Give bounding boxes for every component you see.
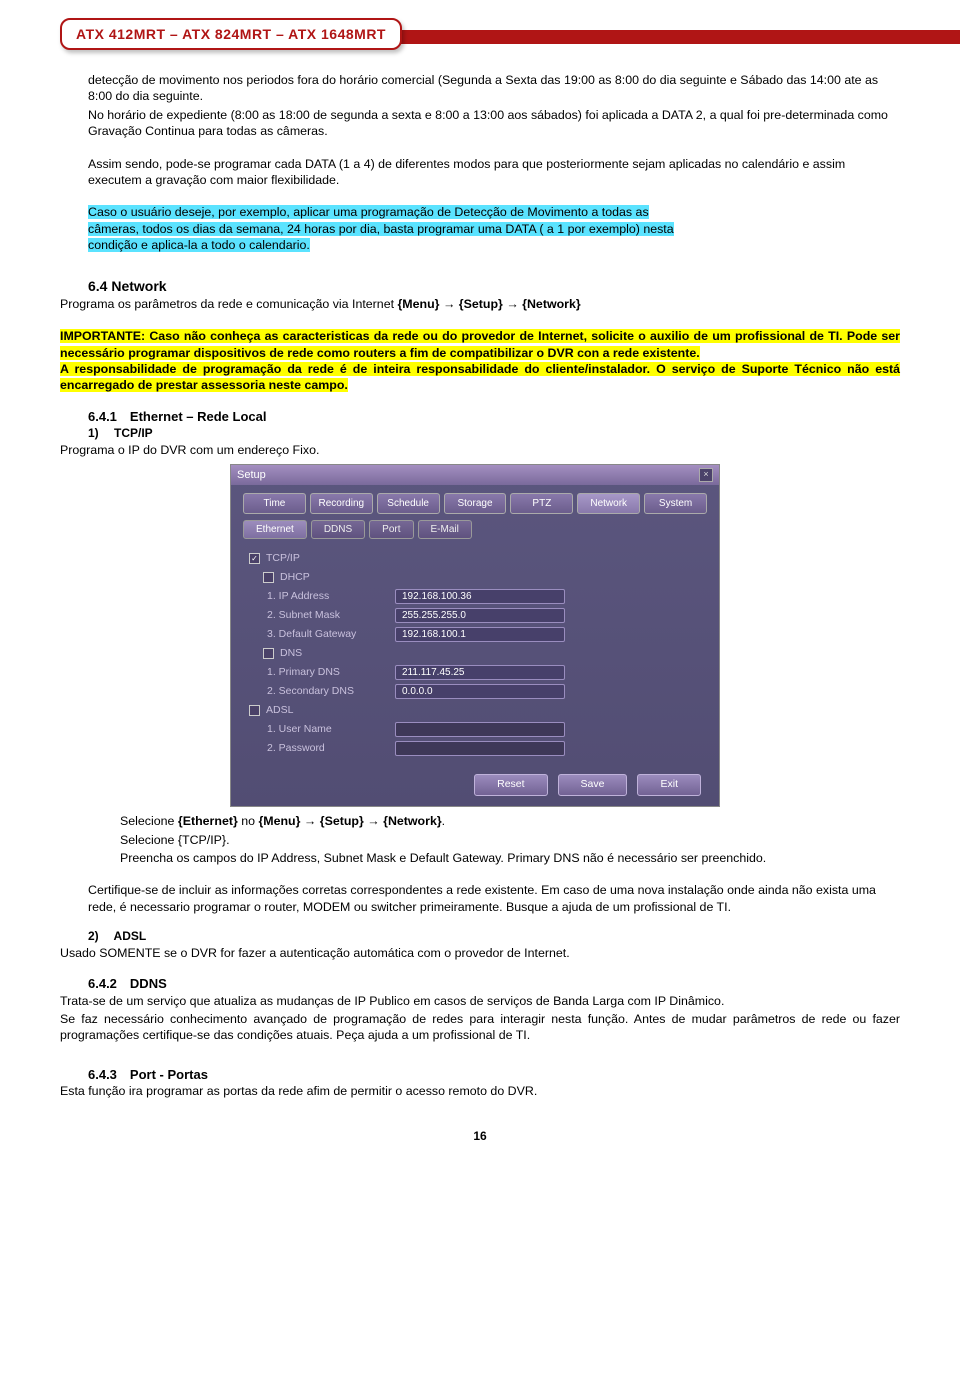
tab-storage[interactable]: Storage (444, 493, 507, 514)
section-6-4-1-title: 6.4.1 Ethernet – Rede Local (88, 408, 900, 425)
item-2-adsl: 2) ADSL (88, 929, 900, 945)
section-6-4-3-title: 6.4.3 Port - Portas (88, 1066, 900, 1083)
setup-titlebar: Setup × (231, 465, 719, 485)
header-stripe (330, 30, 960, 44)
secondary-dns-field[interactable]: 0.0.0.0 (395, 684, 565, 699)
setup-dialog: Setup × Time Recording Schedule Storage … (230, 464, 720, 807)
form-area: TCP/IP DHCP 1. IP Address192.168.100.36 … (231, 545, 719, 768)
section-6-4-desc: Programa os parâmetros da rede e comunic… (60, 296, 900, 312)
subnet-mask-field[interactable]: 255.255.255.0 (395, 608, 565, 623)
after-img-2: Selecione {TCP/IP}. (120, 832, 900, 848)
setup-title: Setup (237, 468, 266, 483)
subtab-email[interactable]: E-Mail (418, 520, 472, 539)
close-icon[interactable]: × (699, 468, 713, 482)
gateway-field[interactable]: 192.168.100.1 (395, 627, 565, 642)
section-6-4-2-title: 6.4.2 DDNS (88, 975, 900, 992)
item-1-desc: Programa o IP do DVR com um endereço Fix… (60, 442, 900, 458)
main-tabs: Time Recording Schedule Storage PTZ Netw… (231, 485, 719, 518)
tab-recording[interactable]: Recording (310, 493, 373, 514)
subtab-ddns[interactable]: DDNS (311, 520, 365, 539)
checkbox-dhcp[interactable] (263, 572, 274, 583)
primary-dns-field[interactable]: 211.117.45.25 (395, 665, 565, 680)
tab-system[interactable]: System (644, 493, 707, 514)
tab-time[interactable]: Time (243, 493, 306, 514)
checkbox-dns[interactable] (263, 648, 274, 659)
section-6-4-3-p1: Esta função ira programar as portas da r… (60, 1083, 900, 1099)
tab-schedule[interactable]: Schedule (377, 493, 440, 514)
after-img-4: Certifique-se de incluir as informações … (88, 882, 900, 915)
tab-network[interactable]: Network (577, 493, 640, 514)
save-button[interactable]: Save (558, 774, 628, 796)
section-6-4-warn: IMPORTANTE: Caso não conheça as caracter… (60, 328, 900, 394)
intro-p3: Assim sendo, pode-se programar cada DATA… (88, 156, 900, 189)
subtab-port[interactable]: Port (369, 520, 413, 539)
exit-button[interactable]: Exit (637, 774, 701, 796)
checkbox-adsl[interactable] (249, 705, 260, 716)
reset-button[interactable]: Reset (474, 774, 547, 796)
username-field[interactable] (395, 722, 565, 737)
after-img-1: Selecione {Ethernet} no {Menu} → {Setup}… (120, 813, 900, 829)
item-1-tcpip: 1) TCP/IP (88, 426, 900, 442)
intro-p4: Caso o usuário deseje, por exemplo, apli… (88, 204, 900, 253)
header-title: ATX 412MRT – ATX 824MRT – ATX 1648MRT (76, 26, 386, 42)
ip-address-field[interactable]: 192.168.100.36 (395, 589, 565, 604)
password-field[interactable] (395, 741, 565, 756)
intro-p2: No horário de expediente (8:00 as 18:00 … (88, 107, 900, 140)
tab-ptz[interactable]: PTZ (510, 493, 573, 514)
sub-tabs: Ethernet DDNS Port E-Mail (231, 518, 719, 545)
checkbox-tcpip[interactable] (249, 553, 260, 564)
page-number: 16 (60, 1129, 900, 1145)
after-img-3: Preencha os campos do IP Address, Subnet… (120, 850, 900, 866)
intro-p1: detecção de movimento nos periodos fora … (88, 72, 900, 105)
item-2-desc: Usado SOMENTE se o DVR for fazer a auten… (60, 945, 900, 961)
section-6-4-2-p1: Trata-se de um serviço que atualiza as m… (60, 993, 900, 1009)
section-6-4-title: 6.4 Network (88, 277, 900, 295)
section-6-4-2-p2: Se faz necessário conhecimento avançado … (60, 1011, 900, 1044)
subtab-ethernet[interactable]: Ethernet (243, 520, 307, 539)
header-title-bar: ATX 412MRT – ATX 824MRT – ATX 1648MRT (60, 18, 402, 50)
